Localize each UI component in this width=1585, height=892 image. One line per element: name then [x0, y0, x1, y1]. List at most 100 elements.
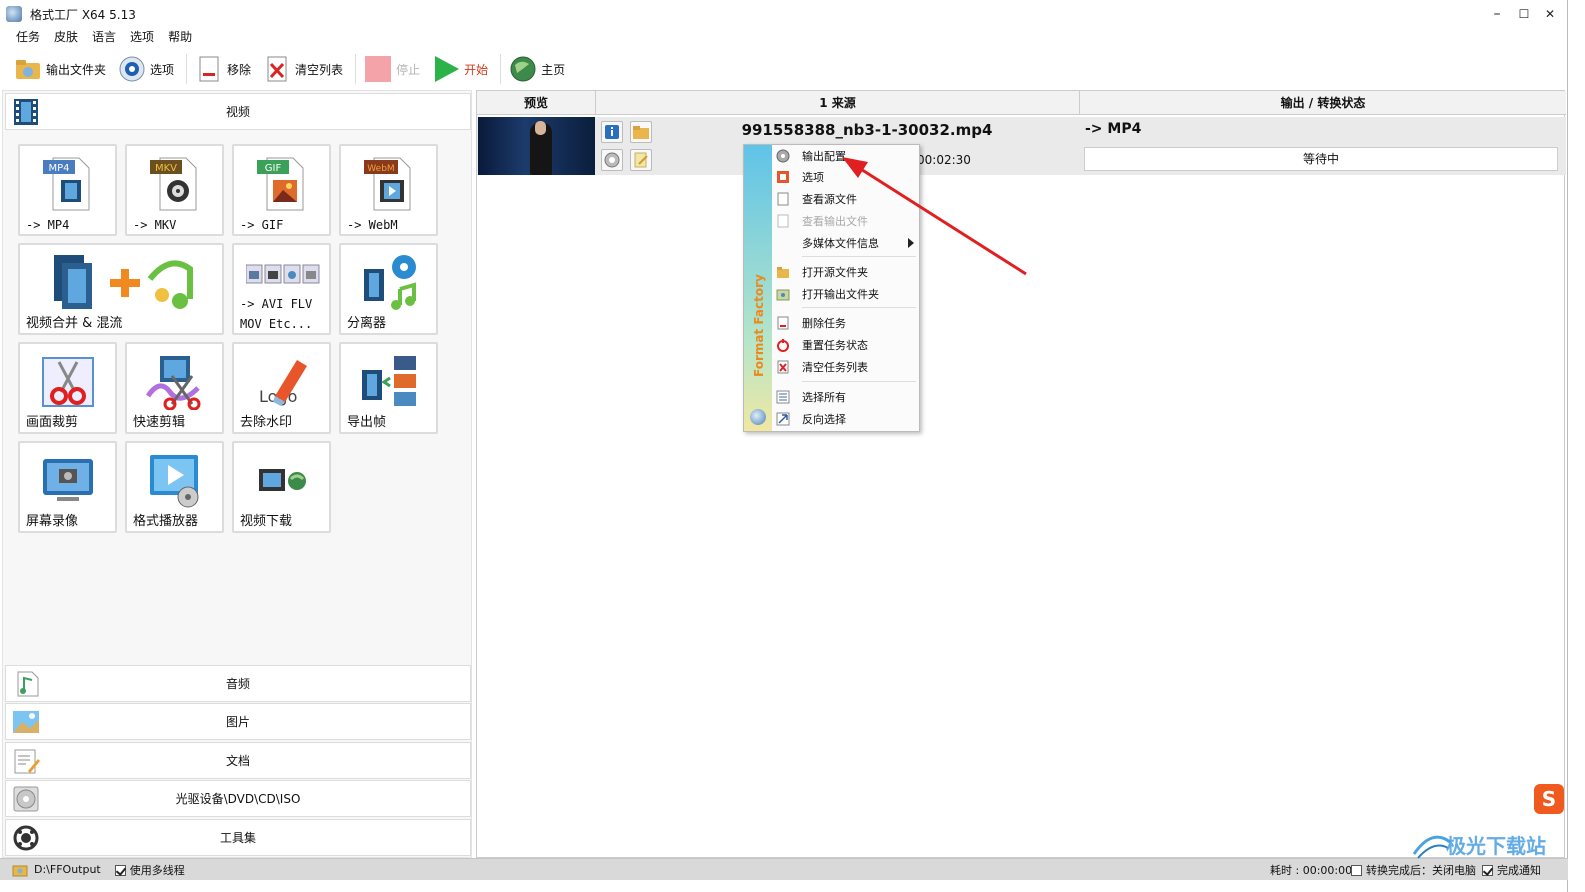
- tile-quick-cut[interactable]: 快速剪辑: [125, 342, 224, 434]
- toolbar-separator: [500, 54, 502, 84]
- remove-button[interactable]: 移除: [191, 52, 255, 86]
- app-icon: [6, 6, 22, 22]
- menu-item-label: 清空任务列表: [802, 361, 868, 374]
- toolbar-separator: [355, 54, 357, 84]
- video-thumbnail: [478, 117, 595, 175]
- brand-text: Format Factory: [752, 274, 766, 377]
- options-button[interactable]: 选项: [114, 52, 178, 86]
- minimize-button[interactable]: –: [1484, 2, 1510, 26]
- home-button[interactable]: 主页: [505, 52, 569, 86]
- info-button[interactable]: [601, 121, 623, 143]
- menu-help[interactable]: 帮助: [168, 28, 192, 48]
- tile-label: 画面裁剪: [26, 415, 79, 430]
- menu-task[interactable]: 任务: [16, 28, 40, 48]
- tile-to-gif[interactable]: GIF -> GIF: [232, 144, 331, 236]
- start-label: 开始: [464, 62, 489, 77]
- gear-icon: [604, 152, 620, 168]
- mp4-file-icon: MP4: [42, 157, 89, 211]
- options-icon: [777, 171, 789, 183]
- tile-label: -> GIF: [240, 218, 284, 232]
- tile-other-formats[interactable]: -> AVI FLV MOV Etc...: [232, 243, 331, 335]
- stop-label: 停止: [396, 62, 421, 77]
- menu-item-reset-status[interactable]: 重置任务状态: [776, 335, 918, 355]
- output-folder-button[interactable]: 输出文件夹: [10, 52, 110, 86]
- options-gear-icon: [118, 55, 146, 83]
- close-button[interactable]: ✕: [1537, 2, 1563, 26]
- category-document[interactable]: 文档: [5, 742, 471, 779]
- category-image-label: 图片: [225, 715, 250, 729]
- tile-splitter[interactable]: 分离器: [339, 243, 438, 335]
- tile-crop[interactable]: 画面裁剪: [18, 342, 117, 434]
- title-bar: 格式工厂 X64 5.13 – ☐ ✕: [0, 0, 1568, 28]
- menu-item-clear-list[interactable]: 清空任务列表: [776, 357, 918, 377]
- output-path[interactable]: D:\FFOutput: [34, 863, 101, 876]
- tile-video-download[interactable]: 视频下载: [232, 441, 331, 533]
- clear-list-icon: [263, 55, 291, 83]
- category-audio[interactable]: 音频: [5, 665, 471, 702]
- stop-icon: [364, 55, 392, 83]
- annotation-arrow: [842, 157, 1027, 276]
- source-filename: 991558388_nb3-1-30032.mp4: [741, 121, 993, 139]
- category-panel: 视频 MP4 -> MP4 MKV -> MKV GIF -> GIF WebM…: [2, 90, 472, 858]
- tile-label: -> MP4: [26, 218, 70, 232]
- category-toolbox[interactable]: 工具集: [5, 819, 471, 856]
- column-preview[interactable]: 预览: [477, 91, 596, 115]
- output-folder-label: 输出文件夹: [46, 62, 107, 77]
- shutdown-label: 转换完成后：关闭电脑: [1366, 863, 1476, 877]
- tile-remove-watermark[interactable]: Logo 去除水印: [232, 342, 331, 434]
- quick-cut-icon: [145, 356, 200, 410]
- maximize-button[interactable]: ☐: [1511, 2, 1537, 26]
- play-icon: [432, 55, 460, 83]
- toolbar: 输出文件夹 选项 移除 清空列表 停止 开始 主页: [0, 50, 1568, 88]
- info-icon: [605, 125, 619, 139]
- folder-icon: [777, 267, 789, 278]
- task-list-header: 预览 1 来源 输出 / 转换状态: [477, 91, 1566, 115]
- menu-item-invert-selection[interactable]: 反向选择: [776, 409, 918, 429]
- multithread-checkbox[interactable]: 使用多线程: [114, 862, 185, 878]
- sogou-ime-icon[interactable]: S: [1534, 784, 1564, 814]
- clear-icon: [777, 360, 789, 374]
- multithread-label: 使用多线程: [129, 863, 185, 877]
- menu-item-label: 打开输出文件夹: [802, 288, 879, 301]
- tile-label: 格式播放器: [133, 514, 199, 529]
- format-factory-logo-icon: [750, 409, 766, 425]
- start-button[interactable]: 开始: [428, 52, 492, 86]
- column-source[interactable]: 1 来源: [596, 91, 1080, 115]
- elapsed-time: 耗时 : 00:00:00: [1270, 863, 1353, 877]
- tile-label: 导出帧: [347, 415, 387, 430]
- menu-item-open-output-folder[interactable]: 打开输出文件夹: [776, 284, 918, 304]
- edit-icon: [634, 152, 648, 168]
- menu-language[interactable]: 语言: [92, 28, 116, 48]
- webm-file-icon: WebM: [363, 157, 410, 211]
- tile-to-mkv[interactable]: MKV -> MKV: [125, 144, 224, 236]
- task-settings-button[interactable]: [601, 149, 623, 171]
- menu-skin[interactable]: 皮肤: [54, 28, 78, 48]
- category-image[interactable]: 图片: [5, 703, 471, 740]
- file-icon: [777, 192, 789, 206]
- notify-check[interactable]: [1482, 865, 1493, 876]
- menu-options[interactable]: 选项: [130, 28, 154, 48]
- shutdown-check[interactable]: [1351, 865, 1362, 876]
- tile-screen-record[interactable]: 屏幕录像: [18, 441, 117, 533]
- remove-file-icon: [195, 55, 223, 83]
- menu-item-delete-task[interactable]: 删除任务: [776, 313, 918, 333]
- category-disc[interactable]: 光驱设备\DVD\CD\ISO: [5, 780, 471, 817]
- clear-list-button[interactable]: 清空列表: [259, 52, 347, 86]
- tile-to-mp4[interactable]: MP4 -> MP4: [18, 144, 117, 236]
- tile-to-webm[interactable]: WebM -> WebM: [339, 144, 438, 236]
- window-title: 格式工厂 X64 5.13: [30, 7, 136, 22]
- invert-selection-icon: [776, 412, 790, 426]
- folder-icon: [12, 865, 28, 876]
- tile-video-merge[interactable]: 视频合并 & 混流: [18, 243, 224, 335]
- screen-record-icon: [42, 459, 93, 501]
- tile-export-frames[interactable]: 导出帧: [339, 342, 438, 434]
- task-edit-button[interactable]: [630, 149, 652, 171]
- menu-item-select-all[interactable]: 选择所有: [776, 387, 918, 407]
- multithread-check[interactable]: [114, 865, 126, 876]
- menu-bar: 任务 皮肤 语言 选项 帮助: [0, 28, 206, 48]
- category-document-label: 文档: [225, 754, 250, 768]
- tile-player[interactable]: 格式播放器: [125, 441, 224, 533]
- category-video[interactable]: 视频: [5, 93, 471, 130]
- stop-button[interactable]: 停止: [360, 52, 424, 86]
- column-output[interactable]: 输出 / 转换状态: [1080, 91, 1566, 115]
